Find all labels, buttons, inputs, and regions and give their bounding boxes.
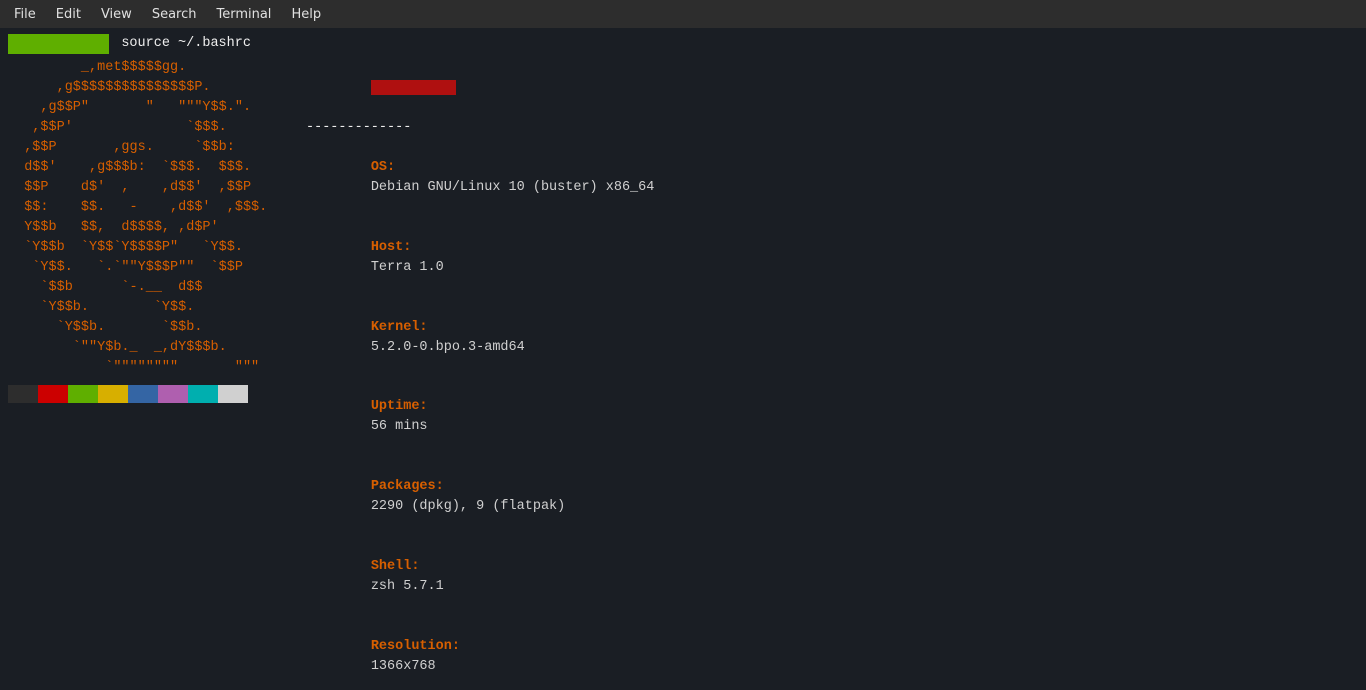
ascii-line-10: `Y$$b `Y$$`Y$$$$P" `Y$$. [8,238,298,258]
ascii-line-9: Y$$b $$, d$$$$, ,d$P' [8,218,298,238]
user-hostname-line [306,58,1358,118]
ascii-line-2: ,g$$$$$$$$$$$$$$$P. [8,78,298,98]
info-kernel: Kernel: 5.2.0-0.bpo.3-amd64 [306,298,1358,378]
command-text: source ~/.bashrc [121,34,251,54]
menu-file[interactable]: File [4,5,46,24]
ascii-line-14: `Y$$b. `$$b. [8,318,298,338]
ascii-line-13: `Y$$b. `Y$$. [8,298,298,318]
info-packages: Packages: 2290 (dpkg), 9 (flatpak) [306,457,1358,537]
color-block [8,385,38,403]
ascii-line-1: _,met$$$$$gg. [8,58,298,78]
color-block [98,385,128,403]
ascii-line-4: ,$$P' `$$$. [8,118,298,138]
ascii-line-15: `""Y$b._ _,dY$$$b. [8,338,298,358]
ascii-line-12: `$$b `-.__ d$$ [8,278,298,298]
prompt-separator [111,34,119,54]
username-display [371,80,456,95]
info-resolution: Resolution: 1366x768 [306,617,1358,690]
info-host: Host: Terra 1.0 [306,218,1358,298]
ascii-art-col: _,met$$$$$gg. ,g$$$$$$$$$$$$$$$P. ,g$$P"… [8,58,298,690]
terminal-window: source ~/.bashrc _,met$$$$$gg. ,g$$$$$$$… [0,28,1366,690]
color-block [38,385,68,403]
color-block [128,385,158,403]
menubar: File Edit View Search Terminal Help [0,0,1366,28]
prompt-user-host [8,34,109,54]
ascii-line-8: $$: $$. - ,d$$' ,$$$. [8,198,298,218]
info-uptime: Uptime: 56 mins [306,377,1358,457]
ascii-line-5: ,$$P ,ggs. `$$b: [8,138,298,158]
menu-search[interactable]: Search [142,5,207,24]
ascii-line-6: d$$' ,g$$$b: `$$$. $$$. [8,158,298,178]
color-blocks-row [8,385,298,405]
menu-edit[interactable]: Edit [46,5,91,24]
color-block [68,385,98,403]
menu-terminal[interactable]: Terminal [206,5,281,24]
separator-line: ------------- [306,118,1358,138]
info-os: OS: Debian GNU/Linux 10 (buster) x86_64 [306,138,1358,218]
ascii-line-7: $$P d$' , ,d$$' ,$$P [8,178,298,198]
info-shell: Shell: zsh 5.7.1 [306,537,1358,617]
ascii-line-16: `"""""""" """ [8,358,298,378]
command-line-1: source ~/.bashrc [8,34,1358,54]
ascii-line-11: `Y$$. `.`""Y$$$P"" `$$P [8,258,298,278]
content-area: _,met$$$$$gg. ,g$$$$$$$$$$$$$$$P. ,g$$P"… [8,58,1358,690]
ascii-line-3: ,g$$P" " """Y$$.". [8,98,298,118]
color-block [218,385,248,403]
neofetch-info-col: ------------- OS: Debian GNU/Linux 10 (b… [298,58,1358,690]
menu-help[interactable]: Help [281,5,331,24]
color-block [158,385,188,403]
menu-view[interactable]: View [91,5,142,24]
color-block [188,385,218,403]
